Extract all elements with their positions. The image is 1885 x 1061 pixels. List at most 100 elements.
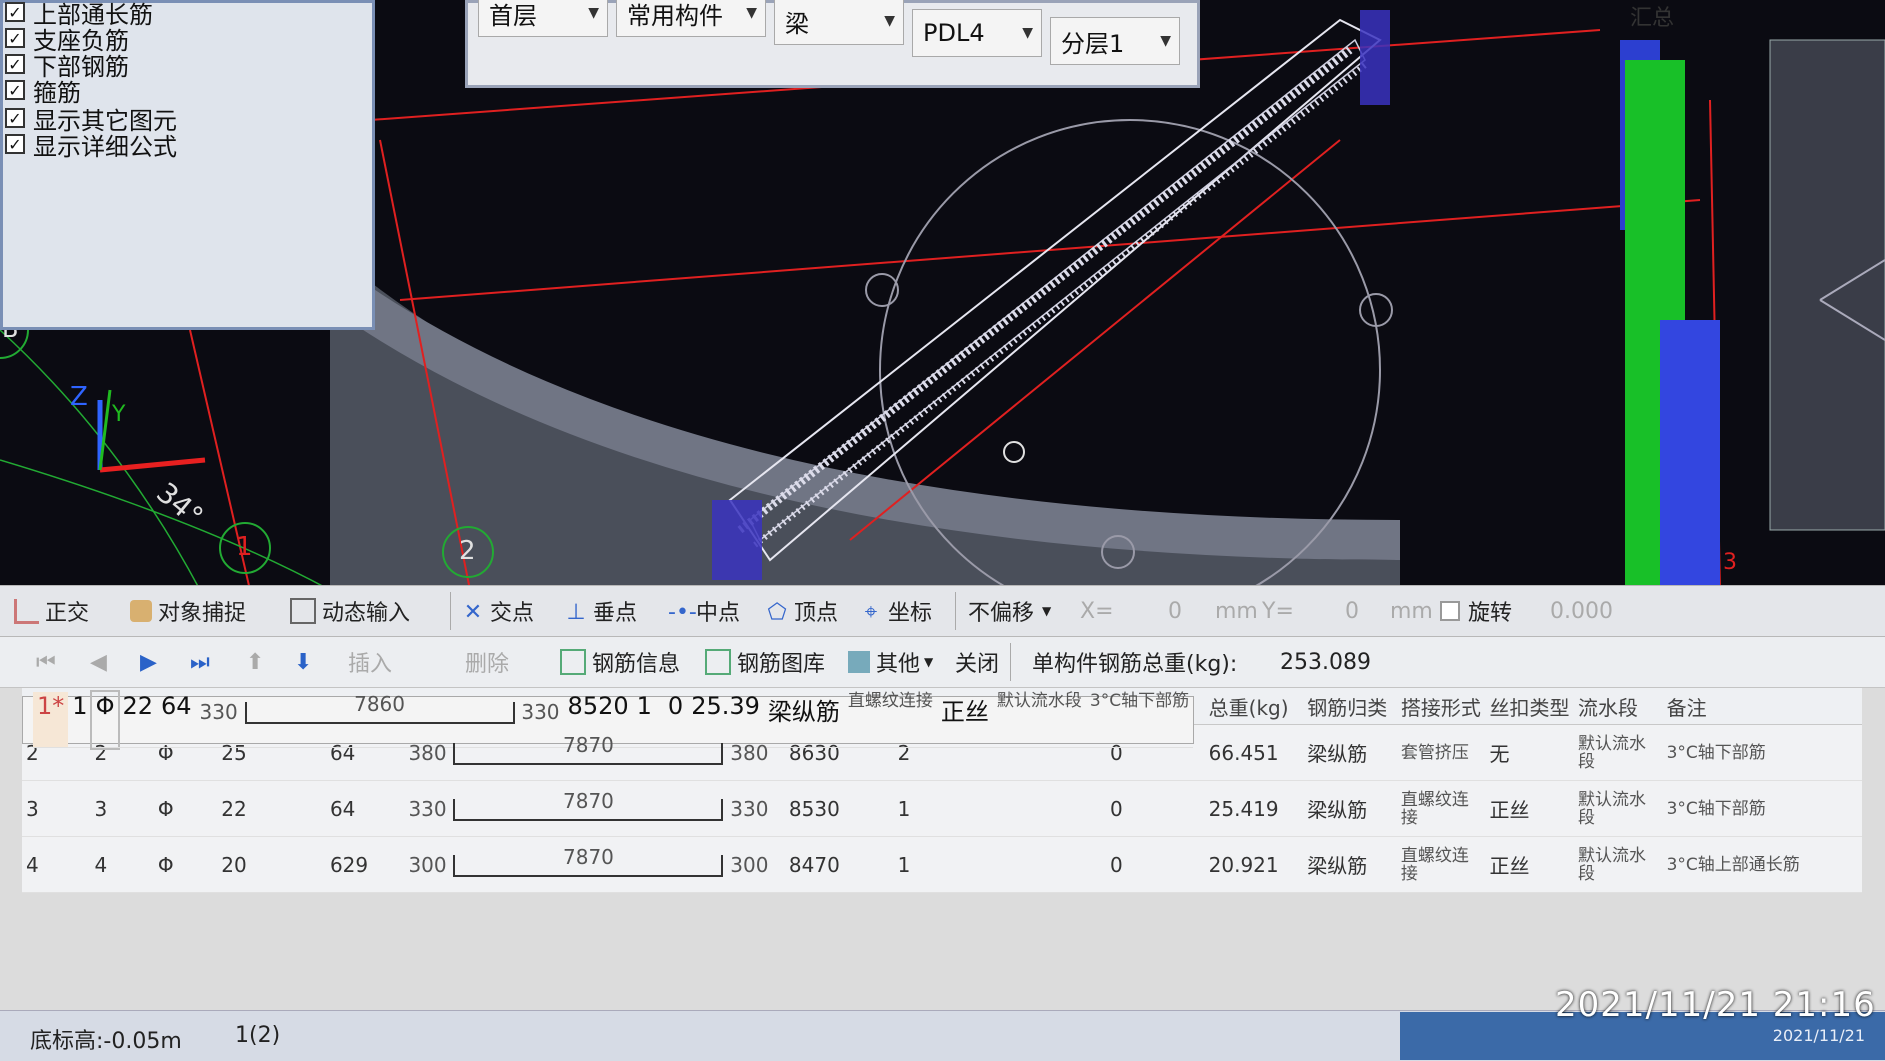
library-icon: [705, 649, 731, 675]
grid-arc: [0, 459, 331, 590]
checkbox-icon[interactable]: ✓: [5, 80, 25, 100]
delete-button[interactable]: 删除: [465, 645, 509, 679]
summary-button[interactable]: 汇总: [1630, 0, 1750, 31]
other-icon: [848, 651, 870, 673]
photo-timestamp: 2021/11/21 21:16: [1555, 985, 1876, 1025]
separator: [1010, 643, 1011, 681]
column-blue: [1660, 320, 1720, 590]
vertex-snap-button[interactable]: ⬠ 顶点: [766, 594, 838, 628]
category-select[interactable]: 常用构件 ▼: [616, 0, 766, 37]
x-input[interactable]: 0: [1168, 594, 1182, 628]
checkbox-icon[interactable]: ✓: [5, 134, 25, 154]
next-record-icon[interactable]: ▶: [140, 645, 157, 679]
rotate-checkbox[interactable]: 旋转: [1440, 594, 1512, 628]
option-stirrups[interactable]: ✓ 箍筋: [5, 77, 81, 107]
checkbox-icon[interactable]: ✓: [5, 54, 25, 74]
ortho-icon: [14, 598, 39, 624]
axis-y-label: Y: [112, 402, 126, 427]
checkbox-icon[interactable]: ✓: [5, 28, 25, 48]
rebar-table: 筋号 级别 直径(mm) 图号 图形 下料长度 根数 变径套筒规格 接头个数 总…: [22, 688, 1862, 893]
grid-marker-3: 3: [1723, 550, 1737, 575]
insert-button[interactable]: 插入: [348, 645, 392, 679]
checkbox-icon[interactable]: ✓: [5, 2, 25, 22]
dynamic-input-icon: [290, 598, 316, 624]
axis-line: [849, 139, 1341, 541]
perpendicular-snap-button[interactable]: ⊥ 垂点: [565, 594, 637, 628]
chevron-down-icon: ▼: [884, 13, 895, 29]
bar-shape: 330 7860 330: [199, 692, 560, 724]
snap-toolbar: 正交 对象捕捉 动态输入 ✕ 交点 ⊥ 垂点 -•- 中点 ⬠ 顶点 ⌖ 坐标 不偏移 ▼ …: [0, 585, 1885, 637]
other-menu-button[interactable]: 其他 ▼: [848, 645, 933, 679]
y-label: Y=: [1262, 598, 1294, 624]
shape-cell[interactable]: 380 7870 380: [404, 725, 785, 781]
ortho-button[interactable]: 正交: [14, 594, 89, 628]
x-axis: [99, 457, 206, 473]
close-button[interactable]: 关闭: [955, 645, 999, 679]
table-row[interactable]: 3 3 Φ 22 64 330 7870 330 8530 1 0 25.419 梁…: [22, 780, 1862, 837]
axis-z-label: Z: [70, 382, 88, 412]
header-weight: 总重(kg): [1204, 688, 1304, 725]
table-row[interactable]: 4 4 Φ 20 629 300 7870 300 8470 1 0 20.921 …: [22, 836, 1862, 893]
dynamic-input-button[interactable]: 动态输入: [290, 594, 410, 628]
rebar-info-icon: [560, 649, 586, 675]
floor-select[interactable]: 首层 ▼: [478, 0, 608, 37]
beam-end-block: [1360, 10, 1390, 105]
move-cursor-icon: [1003, 441, 1025, 463]
intersection-snap-button[interactable]: ✕ 交点: [462, 594, 534, 628]
move-up-icon[interactable]: ⬆: [246, 645, 264, 679]
stirrups: [737, 46, 1353, 534]
header-lap: 搭接形式: [1396, 688, 1486, 725]
total-weight-label: 单构件钢筋总重(kg):: [1032, 652, 1238, 677]
chevron-down-icon: ▼: [1022, 25, 1033, 41]
rebar-toolbar: ⏮ ◀ ▶ ⏭ ⬆ ⬇ 插入 删除 钢筋信息 钢筋图库 其他 ▼ 关闭 单构件钢筋…: [0, 637, 1885, 688]
perpendicular-icon: ⊥: [566, 600, 586, 625]
chevron-down-icon: ▼: [924, 655, 934, 669]
component-selector-bar: 首层 ▼ 常用构件 ▼ 梁 ▼ PDL4 ▼ 分层1 ▼: [465, 0, 1200, 88]
axis-line: [399, 199, 1701, 301]
chevron-down-icon: ▼: [1042, 604, 1052, 618]
rebar-library-button[interactable]: 钢筋图库: [705, 645, 825, 679]
midpoint-snap-button[interactable]: -•- 中点: [668, 594, 740, 628]
x-unit: mm: [1215, 598, 1258, 624]
type-select[interactable]: 梁 ▼: [774, 0, 904, 45]
first-record-icon[interactable]: ⏮: [36, 645, 56, 679]
header-thread: 丝扣类型: [1485, 688, 1575, 725]
coordinate-snap-button[interactable]: ⌖ 坐标: [860, 594, 932, 628]
display-options-panel: ✓ 上部通长筋 ✓ 支座负筋 ✓ 下部钢筋 ✓ 箍筋 ✓ 显示其它图元 ✓ 显示详细公式: [0, 0, 375, 330]
shape-cell[interactable]: 300 7870 300: [404, 836, 785, 893]
beam-inner: [749, 38, 1366, 542]
bottom-elevation: 底标高:-0.05m: [30, 1029, 182, 1054]
last-record-icon[interactable]: ⏭: [190, 645, 210, 679]
checkbox-icon[interactable]: ✓: [5, 108, 25, 128]
tray-date: 2021/11/21: [1772, 1026, 1865, 1045]
offset-mode-select[interactable]: 不偏移 ▼: [968, 594, 1051, 628]
pentagon-icon: ⬠: [767, 600, 787, 625]
rotate-input[interactable]: 0.000: [1550, 594, 1613, 628]
rebar-info-button[interactable]: 钢筋信息: [560, 645, 680, 679]
chevron-down-icon: ▼: [746, 5, 757, 21]
bar-shape: 300 7870 300: [408, 844, 769, 877]
object-snap-button[interactable]: 对象捕捉: [130, 594, 246, 628]
midpoint-icon: -•-: [668, 600, 697, 625]
y-unit: mm: [1390, 598, 1433, 624]
shape-cell[interactable]: 330 7870 330: [404, 780, 785, 837]
header-segment: 流水段: [1574, 688, 1663, 725]
beam-end-block: [712, 500, 762, 580]
chevron-down-icon: ▼: [1160, 33, 1171, 49]
layer-select[interactable]: 分层1 ▼: [1050, 17, 1180, 65]
separator: [955, 592, 956, 630]
y-input[interactable]: 0: [1345, 594, 1359, 628]
page-indicator: 1(2): [235, 1023, 281, 1048]
header-note: 备注: [1662, 688, 1862, 725]
option-show-formula[interactable]: ✓ 显示详细公式: [5, 131, 177, 161]
snap-icon: [130, 600, 152, 622]
separator: [450, 592, 451, 630]
prev-record-icon[interactable]: ◀: [90, 645, 107, 679]
element-select[interactable]: PDL4 ▼: [912, 9, 1042, 57]
bar-shape: 330 7870 330: [408, 788, 769, 821]
move-down-icon[interactable]: ⬇: [294, 645, 312, 679]
side-panel: [1769, 39, 1885, 531]
checkbox-icon[interactable]: [1440, 601, 1460, 621]
grid-marker-1: 1: [236, 532, 253, 562]
chevron-down-icon: ▼: [588, 5, 599, 21]
